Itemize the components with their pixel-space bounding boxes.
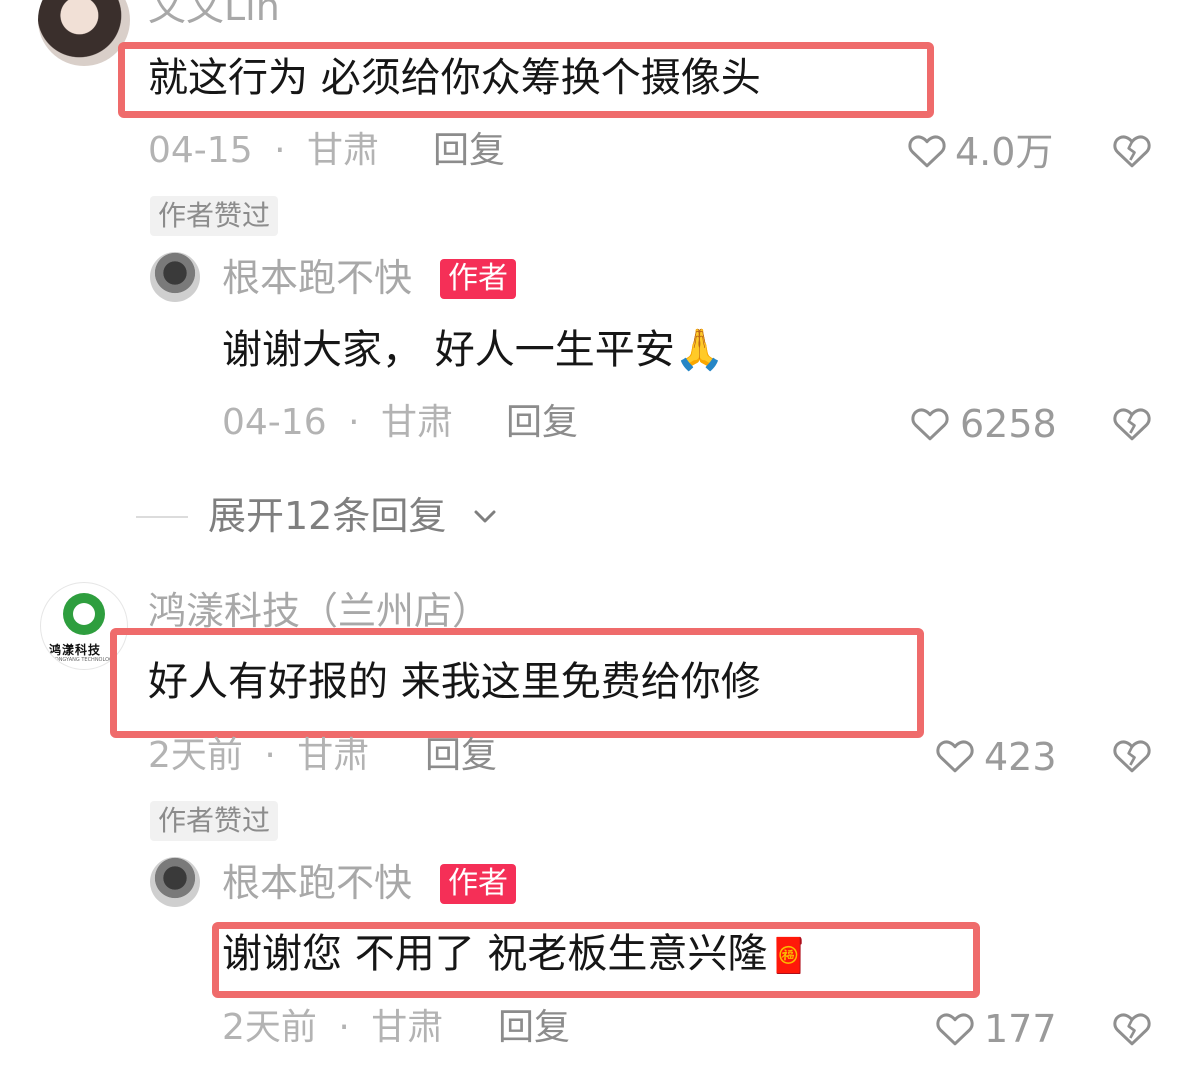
- comment-username[interactable]: 文文Lin: [148, 0, 280, 26]
- reply-button[interactable]: 回复: [506, 405, 578, 441]
- like-count: 423: [984, 735, 1057, 779]
- reply-text: 谢谢大家， 好人一生平安🙏: [222, 327, 725, 373]
- reply-date: 2天前: [222, 1007, 317, 1048]
- broken-heart-icon[interactable]: [1112, 736, 1152, 774]
- reply-date: 04-16: [222, 402, 327, 443]
- heart-outline-icon[interactable]: [935, 1009, 975, 1047]
- comment-username[interactable]: 鸿漾科技（兰州店）: [148, 592, 490, 630]
- author-badge: 作者: [440, 259, 516, 299]
- heart-outline-icon[interactable]: [935, 736, 975, 774]
- author-avatar[interactable]: [150, 252, 200, 302]
- author-liked-badge: 作者赞过: [150, 196, 279, 236]
- reply-button[interactable]: 回复: [498, 1010, 570, 1046]
- reply-location: 甘肃: [380, 402, 453, 443]
- heart-outline-icon[interactable]: [910, 404, 950, 442]
- heart-outline-icon[interactable]: [907, 131, 947, 169]
- avatar-logo-subtext: HONGYANG TECHNOLOGY: [51, 657, 116, 663]
- like-count: 6258: [960, 402, 1057, 446]
- meta-separator: ·: [348, 402, 360, 443]
- reply-meta: 2天前 · 甘肃: [222, 1010, 443, 1046]
- avatar-logo-text: 鸿漾科技: [49, 643, 102, 657]
- author-liked-badge: 作者赞过: [150, 801, 279, 841]
- reply-username[interactable]: 根本跑不快: [222, 259, 412, 297]
- broken-heart-icon[interactable]: [1112, 131, 1152, 169]
- comment-text: 就这行为 必须给你众筹换个摄像头: [148, 55, 761, 101]
- comment-date: 04-15: [148, 130, 253, 171]
- comment-date: 2天前: [148, 735, 243, 776]
- meta-separator: ·: [264, 735, 276, 776]
- reply-button[interactable]: 回复: [425, 738, 497, 774]
- reply-button[interactable]: 回复: [433, 133, 505, 169]
- reply-text-content: 谢谢您 不用了 祝老板生意兴隆: [222, 931, 768, 977]
- broken-heart-icon[interactable]: [1112, 1009, 1152, 1047]
- expand-replies-button[interactable]: 展开12条回复: [208, 497, 446, 535]
- broken-heart-icon[interactable]: [1112, 404, 1152, 442]
- expand-divider: [136, 516, 188, 518]
- user-avatar[interactable]: [38, 0, 130, 66]
- logo-icon: [63, 593, 105, 635]
- author-avatar[interactable]: [150, 857, 200, 907]
- reply-location: 甘肃: [371, 1007, 444, 1048]
- comment-text: 好人有好报的 来我这里免费给你修: [148, 659, 761, 705]
- author-badge: 作者: [440, 864, 516, 904]
- comment-meta: 04-15 · 甘肃: [148, 133, 379, 169]
- meta-separator: ·: [274, 130, 286, 171]
- reply-text: 谢谢您 不用了 祝老板生意兴隆🧧: [222, 934, 810, 974]
- meta-separator: ·: [338, 1007, 350, 1048]
- comment-location: 甘肃: [306, 130, 379, 171]
- red-envelope-icon: 🧧: [767, 936, 810, 976]
- like-count: 177: [984, 1007, 1057, 1051]
- reply-username[interactable]: 根本跑不快: [222, 864, 412, 902]
- like-count: 4.0万: [955, 130, 1054, 174]
- chevron-down-icon[interactable]: [470, 504, 500, 530]
- comment-location: 甘肃: [297, 735, 370, 776]
- comment-meta: 2天前 · 甘肃: [148, 738, 369, 774]
- reply-meta: 04-16 · 甘肃: [222, 405, 453, 441]
